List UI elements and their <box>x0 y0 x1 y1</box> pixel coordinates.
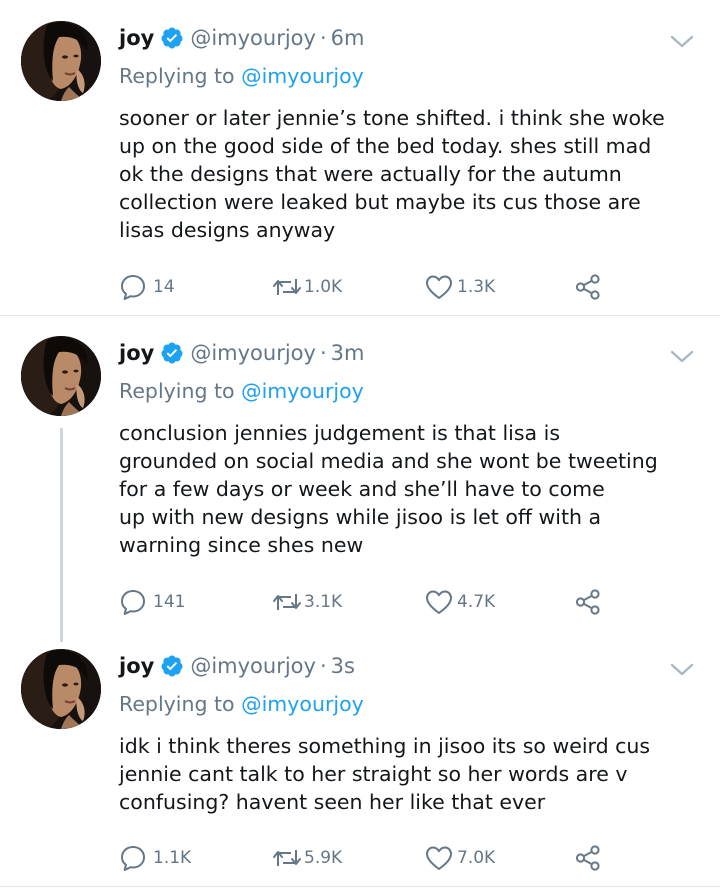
like-button[interactable]: 1.3K <box>425 272 495 302</box>
reply-icon <box>119 273 147 301</box>
reply-count: 141 <box>153 592 186 612</box>
reply-icon <box>119 844 147 872</box>
share-button[interactable] <box>574 587 602 617</box>
tweet-text: sooner or later jennie’s tone shifted. i… <box>119 104 709 244</box>
reply-icon <box>119 588 147 616</box>
retweet-button[interactable]: 5.9K <box>271 843 342 873</box>
like-count: 7.0K <box>457 848 496 868</box>
avatar[interactable] <box>21 336 101 416</box>
tweet[interactable]: joy @imyourjoy · 3m Replying to @imyourj… <box>0 316 720 631</box>
tweet-text-line: up on the good side of the bed today. sh… <box>119 134 652 158</box>
share-icon <box>574 273 602 301</box>
chevron-down-icon[interactable] <box>668 32 696 52</box>
tweet-text-line: up with new designs while jisoo is let o… <box>119 505 602 529</box>
tweet-actions: 14 1.0K 1.3K <box>119 272 619 302</box>
like-count: 4.7K <box>457 592 496 612</box>
tweet-text: conclusion jennies judgement is that lis… <box>119 419 709 559</box>
chevron-down-icon[interactable] <box>668 660 696 680</box>
reply-button[interactable]: 1.1K <box>119 843 191 873</box>
tweet-text-line: collection were leaked but maybe its cus… <box>119 190 641 214</box>
tweet-text-line: confusing? havent seen her like that eve… <box>119 790 546 814</box>
verified-badge-icon <box>160 341 184 365</box>
tweet-text-line: for a few days or week and she’ll have t… <box>119 477 605 501</box>
tweet-text: idk i think theres something in jisoo it… <box>119 732 709 816</box>
chevron-down-icon[interactable] <box>668 347 696 367</box>
share-button[interactable] <box>574 843 602 873</box>
tweet[interactable]: joy @imyourjoy · 3s Replying to @imyourj… <box>0 629 720 889</box>
retweet-icon <box>271 275 303 299</box>
tweet-text-line: lisas designs anyway <box>119 218 336 242</box>
display-name[interactable]: joy <box>119 654 154 678</box>
display-name[interactable]: joy <box>119 26 154 50</box>
timestamp[interactable]: 3m <box>331 341 365 365</box>
tweet-feed: joy @imyourjoy · 6m Replying to @imyourj… <box>0 0 720 889</box>
like-icon <box>425 274 453 300</box>
like-count: 1.3K <box>457 277 496 297</box>
replying-to: Replying to @imyourjoy <box>119 692 364 716</box>
replying-to: Replying to @imyourjoy <box>119 64 364 88</box>
like-button[interactable]: 7.0K <box>425 843 495 873</box>
tweet-text-line: jennie cant talk to her straight so her … <box>119 762 628 786</box>
separator: · <box>319 341 327 365</box>
replying-to-label: Replying to <box>119 379 235 403</box>
avatar[interactable] <box>21 21 101 101</box>
user-handle[interactable]: @imyourjoy <box>190 341 316 365</box>
user-handle[interactable]: @imyourjoy <box>190 654 316 678</box>
tweet-text-line: warning since shes new <box>119 533 364 557</box>
replying-to-label: Replying to <box>119 64 235 88</box>
user-handle[interactable]: @imyourjoy <box>190 26 316 50</box>
timestamp[interactable]: 3s <box>331 654 355 678</box>
avatar[interactable] <box>21 649 101 729</box>
tweet-text-line: grounded on social media and she wont be… <box>119 449 658 473</box>
tweet-header: joy @imyourjoy · 3m <box>119 335 364 371</box>
verified-badge-icon <box>160 654 184 678</box>
share-icon <box>574 844 602 872</box>
tweet-actions: 1.1K 5.9K 7.0K <box>119 843 619 873</box>
reply-count: 14 <box>153 277 175 297</box>
replying-to-link[interactable]: @imyourjoy <box>241 692 364 716</box>
tweet-header: joy @imyourjoy · 6m <box>119 20 364 56</box>
like-icon <box>425 589 453 615</box>
share-button[interactable] <box>574 272 602 302</box>
retweet-button[interactable]: 1.0K <box>271 272 342 302</box>
display-name[interactable]: joy <box>119 341 154 365</box>
tweet-text-line: ok the designs that were actually for th… <box>119 162 622 186</box>
tweet-text-line: conclusion jennies judgement is that lis… <box>119 421 561 445</box>
retweet-count: 3.1K <box>304 592 343 612</box>
tweet-text-line: sooner or later jennie’s tone shifted. i… <box>119 106 665 130</box>
replying-to-link[interactable]: @imyourjoy <box>241 379 364 403</box>
tweet-text-line: idk i think theres something in jisoo it… <box>119 734 651 758</box>
bottom-divider <box>0 886 720 887</box>
separator: · <box>319 654 327 678</box>
reply-button[interactable]: 141 <box>119 587 185 617</box>
replying-to: Replying to @imyourjoy <box>119 379 364 403</box>
timestamp[interactable]: 6m <box>331 26 365 50</box>
retweet-icon <box>271 846 303 870</box>
replying-to-link[interactable]: @imyourjoy <box>241 64 364 88</box>
retweet-icon <box>271 590 303 614</box>
retweet-button[interactable]: 3.1K <box>271 587 342 617</box>
share-icon <box>574 588 602 616</box>
tweet[interactable]: joy @imyourjoy · 6m Replying to @imyourj… <box>0 0 720 315</box>
separator: · <box>319 26 327 50</box>
like-icon <box>425 845 453 871</box>
retweet-count: 5.9K <box>304 848 343 868</box>
replying-to-label: Replying to <box>119 692 235 716</box>
tweet-actions: 141 3.1K 4.7K <box>119 587 619 617</box>
verified-badge-icon <box>160 26 184 50</box>
tweet-header: joy @imyourjoy · 3s <box>119 648 355 684</box>
retweet-count: 1.0K <box>304 277 343 297</box>
reply-count: 1.1K <box>153 848 192 868</box>
reply-button[interactable]: 14 <box>119 272 175 302</box>
like-button[interactable]: 4.7K <box>425 587 495 617</box>
